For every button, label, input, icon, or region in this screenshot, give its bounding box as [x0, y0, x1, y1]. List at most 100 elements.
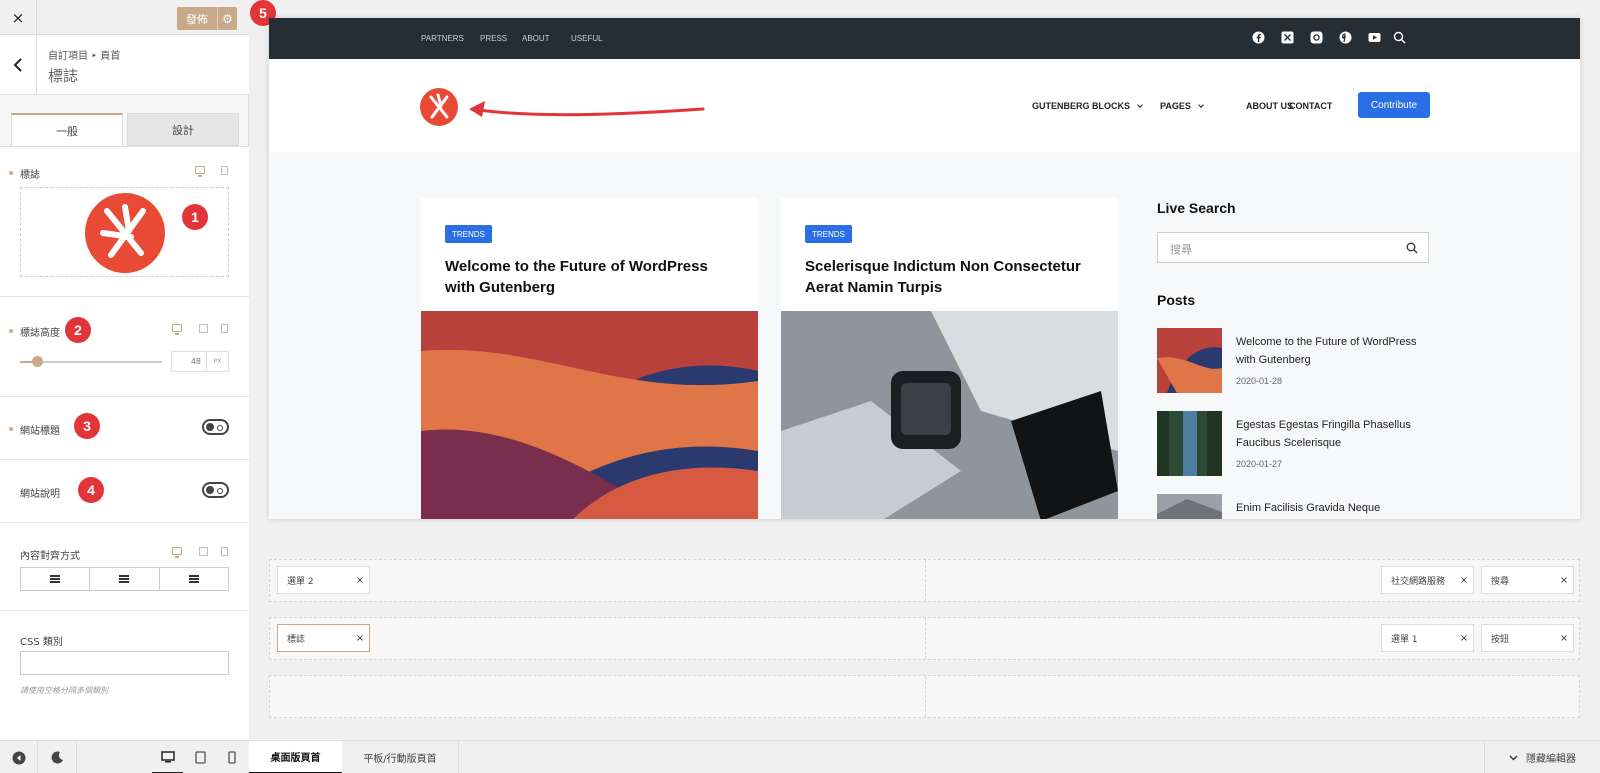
desktop-preview-button[interactable]: [152, 741, 183, 773]
search-icon[interactable]: [1393, 31, 1406, 44]
close-icon[interactable]: ×: [1455, 633, 1473, 644]
list-item[interactable]: Welcome to the Future of WordPress with …: [1157, 328, 1429, 393]
mobile-icon[interactable]: [221, 547, 228, 556]
builder-item-logo[interactable]: 標誌 ×: [277, 624, 370, 652]
nav-label: PAGES: [1160, 101, 1191, 111]
sidebar-footer: [0, 740, 249, 773]
back-button[interactable]: [0, 35, 37, 95]
top-link-partners[interactable]: PARTNERS: [421, 34, 464, 43]
post-thumbnail[interactable]: [1157, 411, 1222, 476]
tablet-icon[interactable]: [199, 547, 208, 556]
desktop-icon[interactable]: [172, 324, 182, 335]
tablet-icon[interactable]: [199, 324, 208, 333]
category-badge[interactable]: TRENDS: [805, 225, 852, 243]
modified-dot: [9, 171, 13, 175]
logo-label: 標誌: [20, 170, 40, 181]
pinterest-icon[interactable]: [1339, 31, 1352, 44]
instagram-icon[interactable]: [1310, 31, 1323, 44]
desktop-icon[interactable]: [195, 166, 205, 177]
tab-design[interactable]: 設計: [127, 113, 239, 146]
builder-item-label: 社交網路服務: [1391, 576, 1446, 587]
mobile-icon[interactable]: [221, 166, 228, 175]
post-thumbnail[interactable]: [1157, 494, 1222, 519]
builder-item-label: 按鈕: [1491, 634, 1510, 645]
css-class-input[interactable]: [20, 651, 229, 675]
list-item[interactable]: Enim Facilisis Gravida Neque: [1157, 494, 1429, 519]
builder-item-label: 搜尋: [1491, 576, 1510, 587]
page-title: 標誌: [48, 67, 79, 85]
top-link-about[interactable]: ABOUT: [522, 34, 550, 43]
card-title[interactable]: Scelerisque Indictum Non Consectetur Aer…: [805, 256, 1095, 298]
post-card[interactable]: TRENDS Welcome to the Future of WordPres…: [421, 198, 758, 519]
builder-item-menu-1[interactable]: 選單 1 ×: [1381, 624, 1474, 652]
align-right-icon: [188, 575, 199, 583]
css-class-section: CSS 類別 請使用空格分隔多個類別: [0, 611, 249, 721]
post-title[interactable]: Welcome to the Future of WordPress with …: [1236, 333, 1431, 369]
logo-height-value: 48: [190, 357, 201, 366]
chevron-down-icon: [1509, 755, 1518, 760]
mobile-icon[interactable]: [221, 324, 228, 333]
tab-desktop-header[interactable]: 桌面版頁首: [249, 741, 342, 773]
list-item[interactable]: Egestas Egestas Fringilla Phasellus Fauc…: [1157, 411, 1429, 476]
post-title[interactable]: Enim Facilisis Gravida Neque: [1236, 499, 1431, 517]
logo-height-input[interactable]: 48 PX: [171, 351, 229, 372]
search-icon[interactable]: [1406, 242, 1418, 254]
contribute-button[interactable]: Contribute: [1358, 92, 1430, 118]
top-link-press[interactable]: PRESS: [480, 34, 507, 43]
tab-general[interactable]: 一般: [11, 113, 123, 146]
close-icon[interactable]: ×: [351, 633, 369, 644]
align-right-button[interactable]: [160, 568, 228, 590]
nav-pages[interactable]: PAGES: [1160, 101, 1204, 111]
site-title-toggle[interactable]: [202, 419, 229, 435]
site-logo[interactable]: [420, 88, 458, 126]
mobile-preview-button[interactable]: [218, 741, 246, 773]
post-thumbnail[interactable]: [1157, 328, 1222, 393]
nav-gutenberg-blocks[interactable]: GUTENBERG BLOCKS: [1032, 101, 1143, 111]
hide-editor-button[interactable]: 隱藏編輯器: [1484, 741, 1600, 773]
settings-panel: 標誌 1 標誌高度 2 48 PX 網站標題 3 網站說明 4 內容對齊方式 C…: [0, 146, 249, 740]
unit-label: PX: [206, 352, 228, 371]
row-divider: [925, 560, 926, 601]
builder-item-menu-2[interactable]: 選單 2 ×: [277, 566, 370, 594]
facebook-icon[interactable]: [1252, 31, 1265, 44]
builder-item-button[interactable]: 按鈕 ×: [1481, 624, 1574, 652]
align-left-button[interactable]: [21, 568, 91, 590]
collapse-button[interactable]: [0, 741, 37, 773]
youtube-icon[interactable]: [1368, 31, 1381, 44]
align-center-button[interactable]: [90, 568, 160, 590]
gear-icon[interactable]: ⚙: [217, 7, 237, 30]
top-link-useful[interactable]: USEFUL: [571, 34, 603, 43]
dark-mode-button[interactable]: [37, 741, 77, 773]
logo-upload[interactable]: 1: [20, 187, 229, 277]
logo-height-slider[interactable]: [20, 356, 162, 367]
logo-section: 標誌 1: [0, 147, 249, 297]
nav-label: GUTENBERG BLOCKS: [1032, 101, 1131, 111]
site-header: GUTENBERG BLOCKS PAGES ABOUT US CONTACT …: [269, 59, 1580, 152]
builder-item-label: 選單 1: [1391, 634, 1418, 645]
live-search-input[interactable]: 搜尋: [1157, 232, 1429, 263]
tab-mobile-header[interactable]: 平板/行動版頁首: [342, 741, 459, 773]
close-icon[interactable]: ×: [1555, 633, 1573, 644]
post-title[interactable]: Egestas Egestas Fringilla Phasellus Fauc…: [1236, 416, 1431, 452]
card-title[interactable]: Welcome to the Future of WordPress with …: [445, 256, 735, 298]
site-desc-toggle[interactable]: [202, 482, 229, 498]
marker-2: 2: [65, 317, 91, 343]
post-card[interactable]: TRENDS Scelerisque Indictum Non Consecte…: [781, 198, 1118, 519]
tablet-preview-button[interactable]: [186, 741, 214, 773]
publish-button[interactable]: 發佈 ⚙: [177, 7, 237, 30]
desktop-icon[interactable]: [172, 547, 182, 558]
close-icon[interactable]: ×: [351, 575, 369, 586]
close-customizer-button[interactable]: ×: [0, 0, 37, 35]
close-icon[interactable]: ×: [1455, 575, 1473, 586]
card-image[interactable]: [421, 311, 758, 519]
slider-handle[interactable]: [32, 356, 44, 367]
x-icon[interactable]: [1281, 31, 1294, 44]
close-icon[interactable]: ×: [1555, 575, 1573, 586]
nav-contact[interactable]: CONTACT: [1289, 101, 1332, 111]
category-badge[interactable]: TRENDS: [445, 225, 492, 243]
builder-item-search[interactable]: 搜尋 ×: [1481, 566, 1574, 594]
builder-item-social[interactable]: 社交網路服務 ×: [1381, 566, 1474, 594]
nav-about-us[interactable]: ABOUT US: [1246, 101, 1293, 111]
logo-height-section: 標誌高度 2 48 PX: [0, 297, 249, 397]
card-image[interactable]: [781, 311, 1118, 519]
